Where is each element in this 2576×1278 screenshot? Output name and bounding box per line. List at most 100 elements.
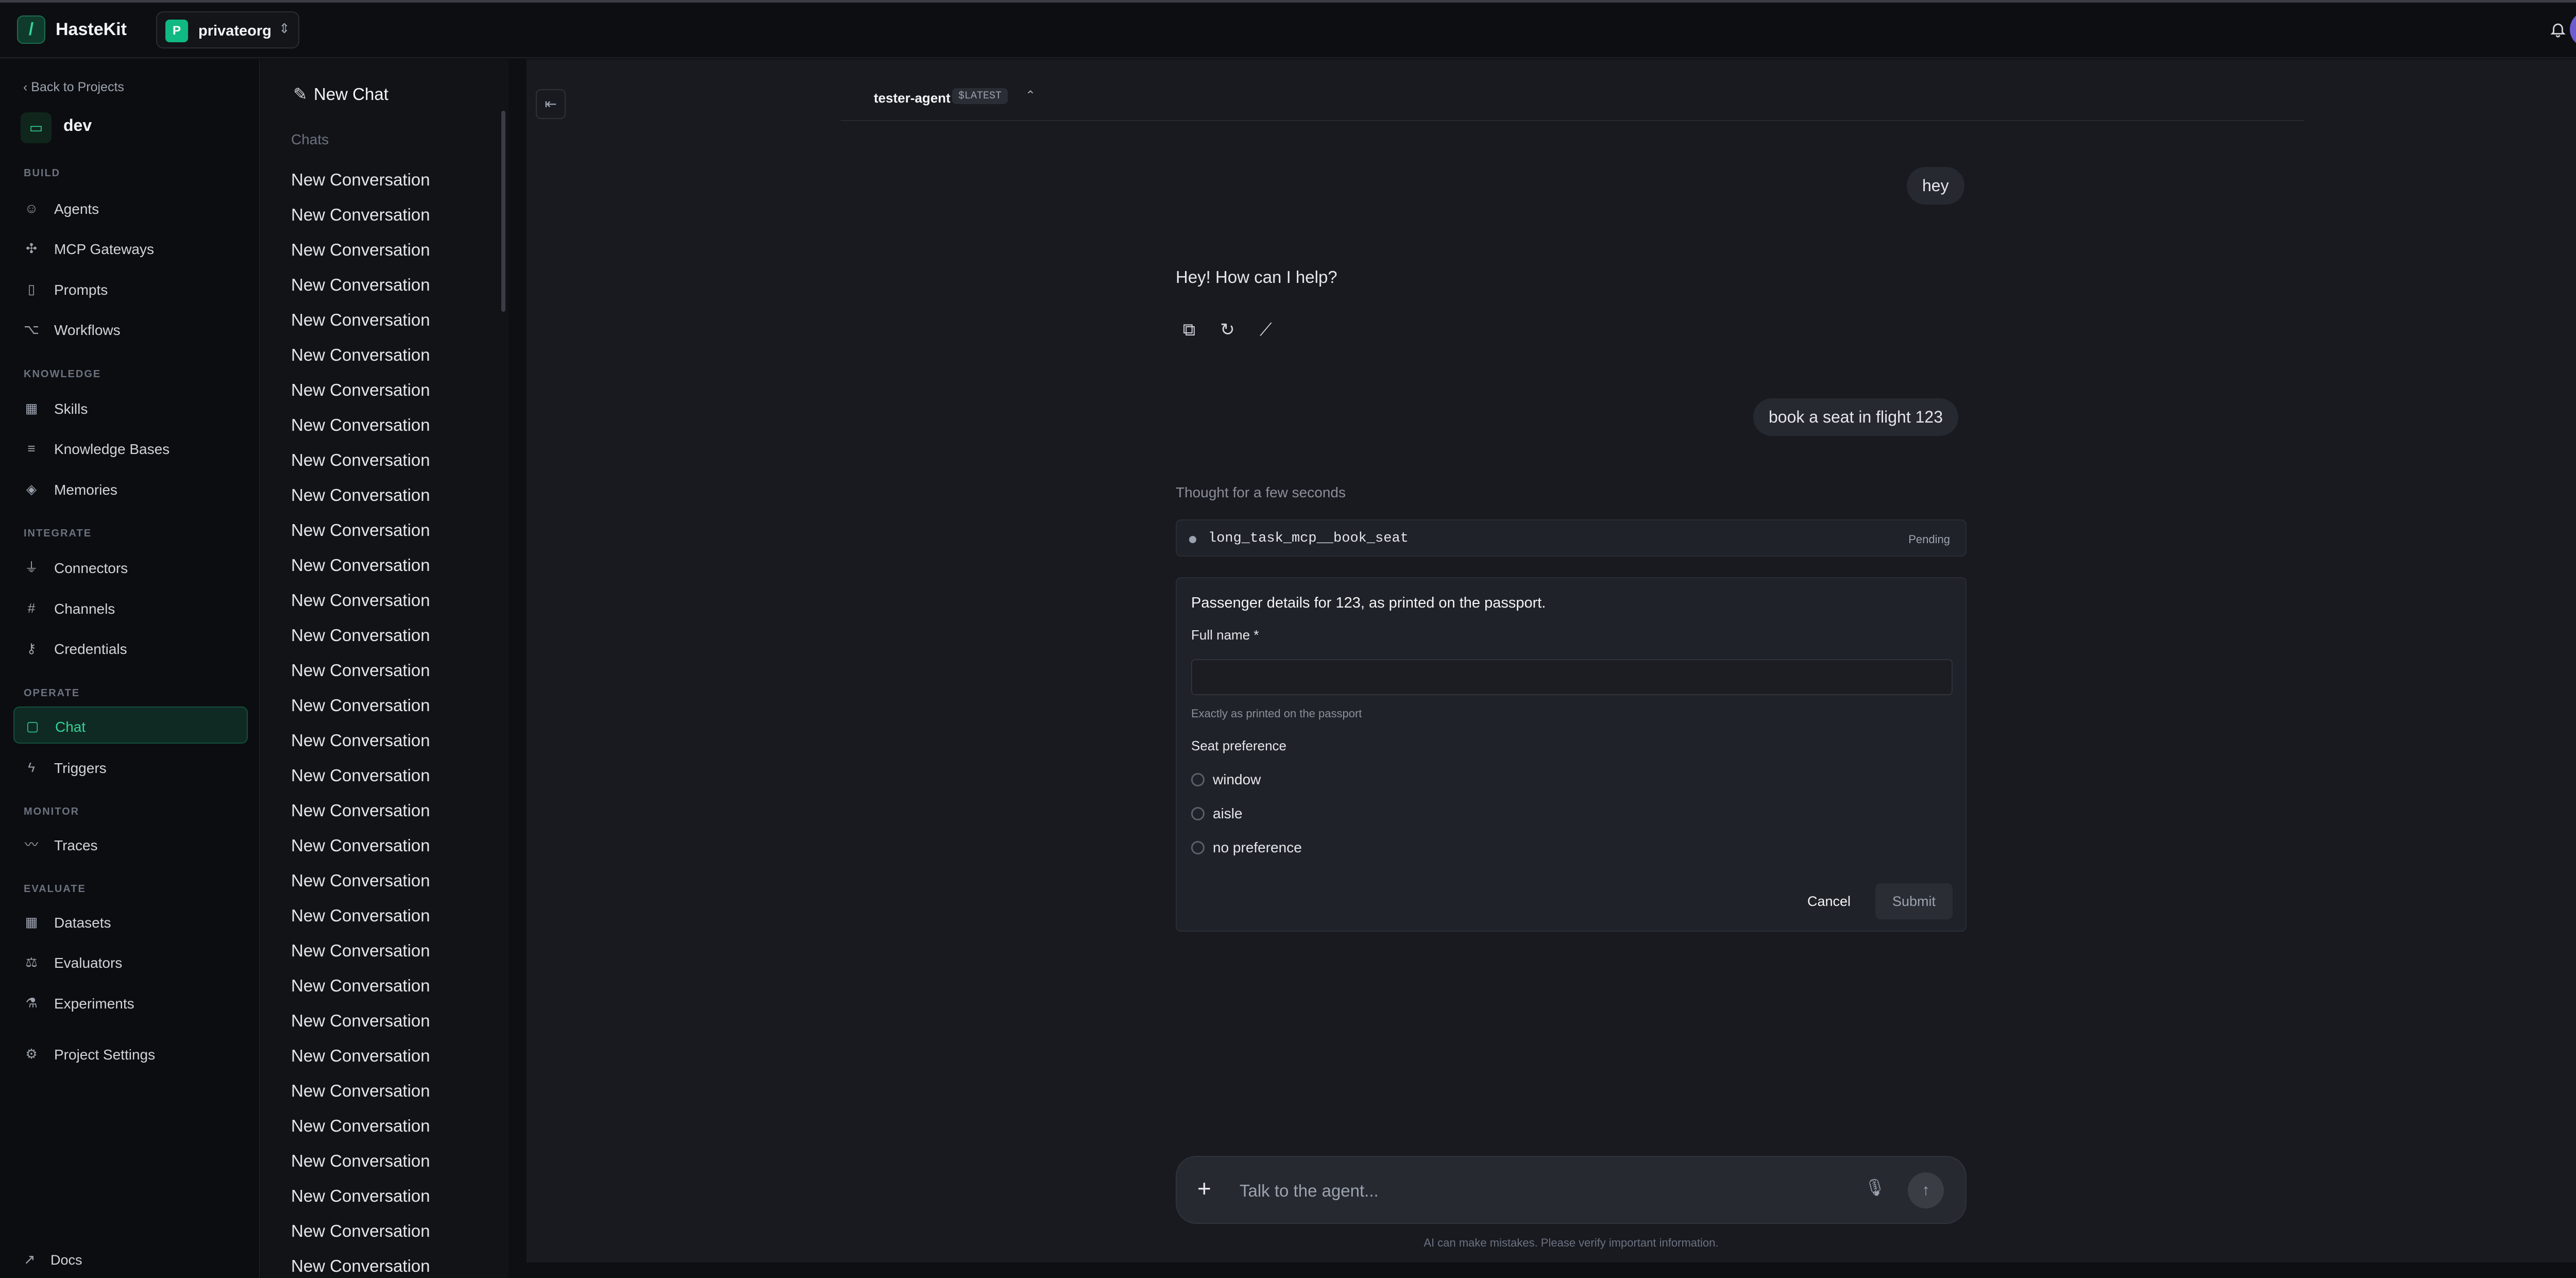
sidebar-item-triggers[interactable]: ϟ Triggers: [13, 749, 248, 786]
radio-aisle[interactable]: aisle: [1191, 805, 1243, 822]
sidebar-item-knowledge-bases[interactable]: ≡ Knowledge Bases: [13, 430, 248, 467]
top-divider: [0, 0, 2576, 3]
radio-circle[interactable]: [1191, 841, 1205, 854]
conversation-item[interactable]: New Conversation: [291, 906, 430, 926]
submit-button[interactable]: Submit: [1875, 883, 1953, 919]
conversation-item[interactable]: New Conversation: [291, 626, 430, 645]
bell-icon[interactable]: [2549, 21, 2567, 38]
conversation-item[interactable]: New Conversation: [291, 310, 430, 330]
activity-icon: 〰: [24, 837, 38, 852]
send-button[interactable]: ↑: [1908, 1172, 1944, 1208]
gavel-icon: ⚖: [25, 954, 38, 970]
radio-circle[interactable]: [1191, 773, 1205, 786]
full-name-input[interactable]: [1191, 659, 1953, 695]
conversation-item[interactable]: New Conversation: [291, 976, 430, 996]
sidebar-item-credentials[interactable]: ⚷ Credentials: [13, 630, 248, 667]
scrollbar[interactable]: [501, 111, 505, 312]
chats-heading: Chats: [291, 131, 329, 147]
conversation-item[interactable]: New Conversation: [291, 1256, 430, 1276]
message-input[interactable]: [1240, 1175, 1806, 1206]
sidebar-item-mcp-gateways[interactable]: ✣ MCP Gateways: [13, 230, 248, 267]
section-monitor: MONITOR: [24, 806, 80, 817]
conversation-item[interactable]: New Conversation: [291, 520, 430, 540]
brand-name: HasteKit: [56, 20, 127, 39]
chevron-left-icon: ‹: [23, 80, 31, 94]
conversation-item[interactable]: New Conversation: [291, 1046, 430, 1066]
conversation-item[interactable]: New Conversation: [291, 415, 430, 435]
conversation-item[interactable]: New Conversation: [291, 696, 430, 715]
agent-header: tester-agent $LATEST ⌃: [841, 59, 2304, 121]
radio-no-preference[interactable]: no preference: [1191, 839, 1302, 856]
copy-icon[interactable]: ⧉: [1176, 320, 1202, 346]
conversation-item[interactable]: New Conversation: [291, 801, 430, 820]
org-name: privateorg: [198, 23, 272, 39]
conversation-item[interactable]: New Conversation: [291, 1221, 430, 1241]
sidebar-toggle-button[interactable]: ⇤: [536, 89, 566, 119]
user-message: book a seat in flight 123: [1753, 398, 1959, 436]
sidebar-item-prompts[interactable]: ▯ Prompts: [13, 271, 248, 308]
conversation-item[interactable]: New Conversation: [291, 1151, 430, 1171]
sidebar-item-channels[interactable]: # Channels: [13, 590, 248, 627]
regenerate-icon[interactable]: ↻: [1214, 320, 1241, 345]
sidebar-item-agents[interactable]: ☺ Agents: [13, 190, 248, 227]
agent-selector[interactable]: tester-agent: [874, 90, 951, 106]
conversation-item[interactable]: New Conversation: [291, 1011, 430, 1031]
plus-icon[interactable]: +: [1197, 1174, 1211, 1202]
message-composer: + 🎙 ↑: [1176, 1156, 1967, 1224]
microphone-icon[interactable]: 🎙: [1865, 1178, 1886, 1197]
cancel-button[interactable]: Cancel: [1794, 883, 1863, 919]
conversation-item[interactable]: New Conversation: [291, 240, 430, 260]
user-avatar[interactable]: PR: [2570, 11, 2576, 47]
radio-circle[interactable]: [1191, 807, 1205, 820]
sidebar-item-datasets[interactable]: ▦ Datasets: [13, 903, 248, 940]
conversation-item[interactable]: New Conversation: [291, 205, 430, 225]
sidebar-item-project-settings[interactable]: ⚙ Project Settings: [13, 1035, 248, 1072]
conversation-item[interactable]: New Conversation: [291, 1116, 430, 1136]
conversation-item[interactable]: New Conversation: [291, 275, 430, 295]
conversation-item[interactable]: New Conversation: [291, 591, 430, 610]
conversation-item[interactable]: New Conversation: [291, 766, 430, 785]
tool-call-name: long_task_mcp__book_seat: [1208, 531, 1409, 546]
key-icon: ⚷: [26, 641, 37, 656]
edit-icon: ✎: [293, 85, 308, 104]
conversation-item[interactable]: New Conversation: [291, 345, 430, 365]
new-chat-button[interactable]: ✎ New Chat: [293, 84, 388, 104]
conversation-item[interactable]: New Conversation: [291, 485, 430, 505]
tool-call-card[interactable]: long_task_mcp__book_seat Pending: [1176, 519, 1967, 557]
org-switcher[interactable]: P privateorg ⇕: [156, 11, 299, 48]
conversation-item[interactable]: New Conversation: [291, 450, 430, 470]
back-to-projects-link[interactable]: ‹ Back to Projects: [23, 80, 124, 95]
trace-icon[interactable]: ⟋: [1252, 320, 1279, 346]
sidebar-item-connectors[interactable]: ⏚ Connectors: [13, 549, 248, 586]
radio-window[interactable]: window: [1191, 771, 1261, 788]
sidebar-item-chat[interactable]: ▢ Chat: [13, 707, 248, 744]
conversation-item[interactable]: New Conversation: [291, 1186, 430, 1206]
status-dot: [1189, 536, 1196, 543]
sidebar-item-skills[interactable]: ▦ Skills: [13, 390, 248, 427]
conversation-item[interactable]: New Conversation: [291, 380, 430, 400]
chevron-up-icon[interactable]: ⌃: [1025, 88, 1036, 103]
message-actions: ⧉ ↻ ⟋: [1176, 320, 1289, 345]
conversation-item[interactable]: New Conversation: [291, 1081, 430, 1101]
conversation-item[interactable]: New Conversation: [291, 556, 430, 575]
conversation-item[interactable]: New Conversation: [291, 871, 430, 890]
hash-icon: #: [27, 600, 36, 616]
table-icon: ▦: [25, 914, 38, 930]
agent-version-badge: $LATEST: [952, 88, 1008, 104]
sidebar-item-traces[interactable]: 〰 Traces: [13, 826, 248, 863]
thought-indicator[interactable]: Thought for a few seconds: [1176, 484, 1346, 501]
sidebar-item-memories[interactable]: ◈ Memories: [13, 470, 248, 508]
conversation-item[interactable]: New Conversation: [291, 170, 430, 190]
sidebar-item-workflows[interactable]: ⌥ Workflows: [13, 311, 248, 348]
conversation-item[interactable]: New Conversation: [291, 661, 430, 680]
conversation-item[interactable]: New Conversation: [291, 941, 430, 961]
sidebar-item-evaluators[interactable]: ⚖ Evaluators: [13, 944, 248, 981]
folder-icon: ▭: [21, 112, 52, 143]
user-message: hey: [1907, 167, 1964, 205]
conversation-item[interactable]: New Conversation: [291, 731, 430, 750]
docs-link[interactable]: ↗ Docs: [13, 1241, 248, 1278]
grid-icon: ▦: [25, 400, 38, 416]
conversation-item[interactable]: New Conversation: [291, 836, 430, 855]
sidebar-item-experiments[interactable]: ⚗ Experiments: [13, 984, 248, 1021]
network-icon: ✣: [26, 241, 37, 256]
